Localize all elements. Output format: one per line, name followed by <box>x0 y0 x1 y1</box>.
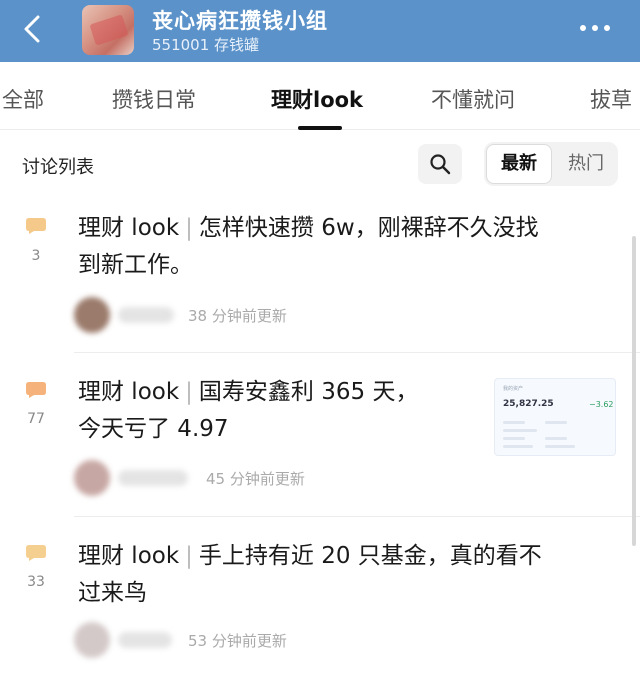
tab-finance-look[interactable]: 理财look <box>271 84 363 114</box>
post-tag: 理财 look <box>78 543 180 569</box>
avatar[interactable] <box>74 460 110 496</box>
tag-separator: | <box>185 215 193 241</box>
post-title-line2: 今天亏了 4.97 <box>78 416 229 442</box>
update-time: 53 分钟前更新 <box>188 632 287 650</box>
sort-toggle: 最新 热门 <box>484 142 618 186</box>
comment-count: 33 <box>27 574 45 590</box>
more-options-icon[interactable] <box>578 18 612 38</box>
post-tag: 理财 look <box>78 379 180 405</box>
thumbnail-change: −3.62 <box>589 400 614 409</box>
post-title-line1: 国寿安鑫利 365 天， <box>198 379 419 405</box>
search-icon <box>430 154 451 175</box>
group-avatar[interactable] <box>82 5 134 55</box>
tab-saving-daily[interactable]: 攒钱日常 <box>112 84 196 114</box>
thumbnail-line <box>545 437 567 440</box>
thumbnail-label: 我的资产 <box>503 386 524 392</box>
tab-ask-questions[interactable]: 不懂就问 <box>431 84 515 114</box>
tab-unplant[interactable]: 拔草 <box>590 84 632 114</box>
avatar[interactable] <box>74 622 110 658</box>
group-subtitle: 551001 存钱罐 <box>152 36 260 54</box>
sort-hot-button[interactable]: 热门 <box>556 144 616 184</box>
post-title-line1: 怎样快速攒 6w，刚裸辞不久没找 <box>198 215 539 241</box>
back-arrow-icon[interactable] <box>18 14 48 44</box>
update-time: 38 分钟前更新 <box>188 307 287 325</box>
tag-separator: | <box>185 543 193 569</box>
divider <box>74 516 640 517</box>
username-blurred <box>118 307 174 323</box>
comment-count: 77 <box>27 411 45 427</box>
post-title[interactable]: 理财 look | 手上持有近 20 只基金，真的看不 过来鸟 <box>78 538 618 612</box>
post-title-line2: 过来鸟 <box>78 580 147 606</box>
avatar[interactable] <box>74 297 110 333</box>
discussion-list-title: 讨论列表 <box>22 157 94 178</box>
post-tag: 理财 look <box>78 215 180 241</box>
tag-separator: | <box>185 379 193 405</box>
post-title[interactable]: 理财 look | 怎样快速攒 6w，刚裸辞不久没找 到新工作。 <box>78 210 618 284</box>
post-title[interactable]: 理财 look | 国寿安鑫利 365 天， 今天亏了 4.97 <box>78 374 488 448</box>
comment-icon <box>26 218 46 234</box>
scrollbar[interactable] <box>632 236 636 546</box>
active-tab-indicator <box>298 126 342 130</box>
tab-all[interactable]: 全部 <box>2 84 44 114</box>
category-tabs: 全部 攒钱日常 理财look 不懂就问 拔草 <box>0 62 640 130</box>
thumbnail-line <box>503 429 537 432</box>
comment-icon <box>26 382 46 398</box>
thumbnail-line <box>545 421 567 424</box>
comment-count: 3 <box>31 248 41 264</box>
post-title-line1: 手上持有近 20 只基金，真的看不 <box>198 543 542 569</box>
thumbnail-line <box>503 437 525 440</box>
group-header: 丧心病狂攒钱小组 551001 存钱罐 <box>0 0 640 62</box>
thumbnail-amount: 25,827.25 <box>503 399 554 409</box>
comment-icon <box>26 545 46 561</box>
post-title-line2: 到新工作。 <box>78 252 193 278</box>
thumbnail-line <box>503 445 533 448</box>
search-button[interactable] <box>418 144 462 184</box>
sort-latest-button[interactable]: 最新 <box>486 144 552 184</box>
divider <box>74 352 640 353</box>
thumbnail-line <box>503 421 525 424</box>
post-thumbnail[interactable]: 我的资产 25,827.25 −3.62 <box>494 378 616 456</box>
thumbnail-line <box>545 445 575 448</box>
group-title: 丧心病狂攒钱小组 <box>152 9 328 33</box>
update-time: 45 分钟前更新 <box>206 470 305 488</box>
username-blurred <box>118 470 188 486</box>
username-blurred <box>118 632 172 648</box>
